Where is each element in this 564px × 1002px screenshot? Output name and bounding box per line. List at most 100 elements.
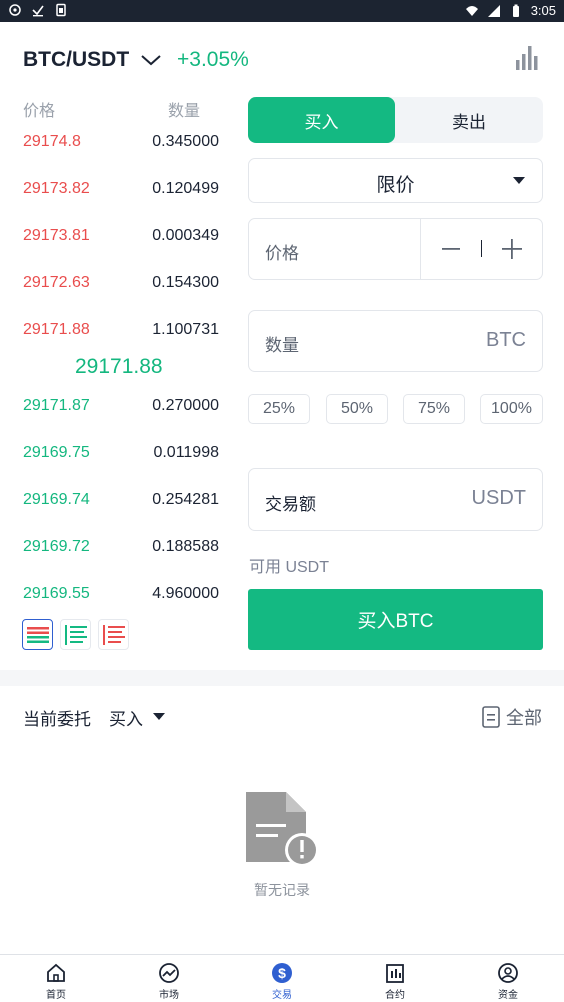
order-type-value: 限价 xyxy=(376,175,415,196)
nav-contract-label: 合约 xyxy=(385,990,405,1001)
quantity-input[interactable]: 数量 BTC xyxy=(248,310,543,372)
nav-trade[interactable]: $ 交易 xyxy=(226,955,338,1002)
view-asks-button[interactable] xyxy=(98,619,129,650)
all-orders-link[interactable]: 全部 xyxy=(482,704,542,730)
bid-row[interactable]: 29169.75 0.011998 xyxy=(23,444,219,468)
percent-selector: 25% 50% 75% 100% xyxy=(248,394,543,424)
ask-price: 29173.81 xyxy=(23,227,90,244)
document-icon xyxy=(482,706,500,728)
price-change: +3.05% xyxy=(177,48,249,71)
last-price: 29171.88 xyxy=(75,355,163,378)
ask-price: 29173.82 xyxy=(23,180,90,197)
bottom-nav: 首页 市场 $ 交易 合约 资金 xyxy=(0,954,564,1002)
sim-status-icon xyxy=(56,3,66,17)
ask-price: 29172.63 xyxy=(23,274,90,291)
amount-input[interactable]: 交易额 USDT xyxy=(248,468,543,531)
percent-100-button[interactable]: 100% xyxy=(480,394,543,424)
empty-record-icon xyxy=(246,792,319,867)
tab-buy[interactable]: 买入 xyxy=(248,97,395,143)
nav-market[interactable]: 市场 xyxy=(113,955,225,1002)
kline-chart-icon[interactable] xyxy=(514,46,540,70)
price-stepper xyxy=(420,219,542,279)
amount-label: 交易额 xyxy=(265,495,316,514)
all-orders-label: 全部 xyxy=(506,708,542,728)
ask-qty: 0.154300 xyxy=(152,274,219,291)
plus-icon xyxy=(502,239,522,259)
bid-qty: 4.960000 xyxy=(152,585,219,602)
svg-text:$: $ xyxy=(278,965,286,981)
depth-view-toggle xyxy=(22,619,129,650)
buy-btc-button[interactable]: 买入BTC xyxy=(248,589,543,650)
caret-down-icon[interactable] xyxy=(153,713,165,720)
chevron-down-icon[interactable] xyxy=(140,52,162,68)
depth-bids-icon xyxy=(64,624,87,645)
status-time: 3:05 xyxy=(530,3,556,18)
nav-trade-label: 交易 xyxy=(272,990,292,1001)
market-icon xyxy=(159,963,179,983)
view-both-button[interactable] xyxy=(22,619,53,650)
orderbook-price-header: 价格 xyxy=(23,103,56,120)
tab-sell[interactable]: 卖出 xyxy=(395,97,543,143)
ask-price: 29174.8 xyxy=(23,133,81,150)
price-placeholder: 价格 xyxy=(265,244,299,263)
bid-qty: 0.188588 xyxy=(152,538,219,555)
available-balance: 可用 USDT xyxy=(249,559,330,576)
bid-price: 29169.75 xyxy=(23,444,90,461)
home-icon xyxy=(47,963,65,982)
nav-home[interactable]: 首页 xyxy=(0,955,112,1002)
quantity-placeholder: 数量 xyxy=(265,336,299,355)
view-bids-button[interactable] xyxy=(60,619,91,650)
settings-status-icon xyxy=(9,4,21,16)
bid-row[interactable]: 29169.72 0.188588 xyxy=(23,538,219,562)
status-bar: 3:05 xyxy=(0,0,564,22)
bid-row[interactable]: 29169.55 4.960000 xyxy=(23,585,219,609)
bid-qty: 0.254281 xyxy=(152,491,219,508)
nav-contract[interactable]: 合约 xyxy=(339,955,451,1002)
pair-selector[interactable]: BTC/USDT xyxy=(23,48,129,72)
orders-side-filter[interactable]: 买入 xyxy=(109,705,143,730)
quantity-unit: BTC xyxy=(486,329,526,351)
ask-row[interactable]: 29173.81 0.000349 xyxy=(23,227,219,251)
empty-state-text: 暂无记录 xyxy=(254,882,310,898)
minus-icon xyxy=(442,248,460,250)
nav-home-label: 首页 xyxy=(46,990,66,1001)
ask-qty: 0.345000 xyxy=(152,133,219,150)
ask-row[interactable]: 29172.63 0.154300 xyxy=(23,274,219,298)
bid-row[interactable]: 29171.87 0.270000 xyxy=(23,397,219,421)
nav-market-label: 市场 xyxy=(159,990,179,1001)
bid-qty: 0.011998 xyxy=(153,444,219,461)
ask-price: 29171.88 xyxy=(23,321,90,338)
battery-icon xyxy=(512,4,519,17)
bid-price: 29169.74 xyxy=(23,491,90,508)
section-divider xyxy=(0,670,564,686)
price-decrease-button[interactable] xyxy=(421,219,481,279)
percent-50-button[interactable]: 50% xyxy=(326,394,388,424)
bid-price: 29169.55 xyxy=(23,585,90,602)
ask-qty: 0.120499 xyxy=(152,180,219,197)
bid-qty: 0.270000 xyxy=(152,397,219,414)
bid-price: 29171.87 xyxy=(23,397,90,414)
ask-qty: 1.100731 xyxy=(152,321,219,338)
percent-25-button[interactable]: 25% xyxy=(248,394,310,424)
nav-assets[interactable]: 资金 xyxy=(452,955,564,1002)
wifi-icon xyxy=(465,5,478,16)
order-type-select[interactable]: 限价 xyxy=(248,158,543,203)
ask-qty: 0.000349 xyxy=(152,227,219,244)
bid-row[interactable]: 29169.74 0.254281 xyxy=(23,491,219,515)
price-input[interactable]: 价格 xyxy=(248,218,543,280)
buy-sell-tabs: 买入 卖出 xyxy=(248,97,543,143)
trade-header: BTC/USDT +3.05% xyxy=(0,22,564,98)
caret-down-icon xyxy=(513,177,525,184)
ask-row[interactable]: 29171.88 1.100731 xyxy=(23,321,219,345)
depth-asks-icon xyxy=(102,624,125,645)
orderbook-qty-header: 数量 xyxy=(168,103,201,120)
contract-icon xyxy=(386,964,404,983)
current-orders-title: 当前委托 xyxy=(23,710,91,729)
percent-75-button[interactable]: 75% xyxy=(403,394,465,424)
ask-row[interactable]: 29173.82 0.120499 xyxy=(23,180,219,204)
nav-assets-label: 资金 xyxy=(498,990,518,1001)
price-increase-button[interactable] xyxy=(482,219,542,279)
assets-icon xyxy=(498,963,518,983)
ask-row[interactable]: 29174.8 0.345000 xyxy=(23,133,219,157)
bid-price: 29169.72 xyxy=(23,538,90,555)
